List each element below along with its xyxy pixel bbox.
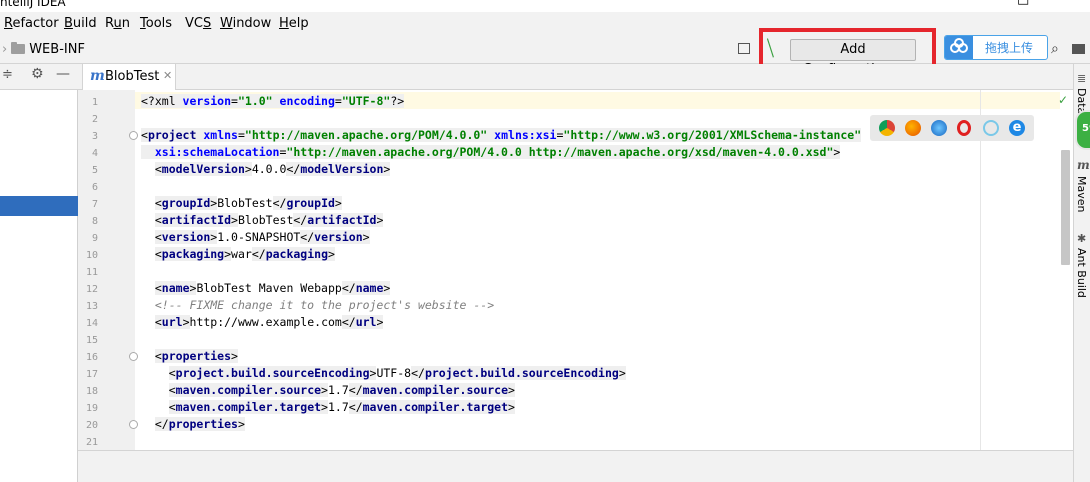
edge-icon[interactable]: e: [1009, 120, 1025, 136]
tab-label: BlobTest: [105, 69, 160, 84]
code-line: xsi:schemaLocation="http://maven.apache.…: [141, 145, 841, 159]
breadcrumb[interactable]: › WEB-INF: [2, 42, 85, 57]
menu-window[interactable]: Window: [220, 16, 271, 31]
ant-icon: ✱: [1077, 232, 1087, 245]
line-number: 6: [91, 182, 98, 193]
badge-value: 59: [1082, 123, 1090, 134]
window-title: ntelliJ IDEA: [0, 0, 66, 9]
opera-icon[interactable]: [957, 120, 971, 136]
line-number: 7: [91, 199, 98, 210]
code-line: <artifactId>BlobTest</artifactId>: [154, 213, 384, 227]
editor-tab-blobtest[interactable]: m BlobTest ✕: [82, 64, 176, 90]
code-line: <properties>: [154, 349, 238, 363]
line-number: 10: [85, 250, 98, 261]
editor-tab-bar: [78, 64, 1073, 90]
bottom-panel: [78, 450, 1073, 482]
line-number: 4: [91, 148, 98, 159]
code-line: <version>1.0-SNAPSHOT</version>: [154, 230, 370, 244]
ie-icon[interactable]: [983, 120, 999, 136]
fold-marker-icon[interactable]: [129, 420, 138, 429]
status-badge[interactable]: 59: [1075, 110, 1090, 150]
line-number: 5: [91, 165, 98, 176]
line-number: 18: [85, 386, 98, 397]
menu-run[interactable]: Run: [105, 16, 130, 31]
code-line: <!-- FIXME change it to the project's we…: [154, 298, 495, 312]
database-icon[interactable]: ≣: [1077, 72, 1086, 85]
maximize-icon[interactable]: □: [1017, 0, 1029, 7]
code-line: <url>http://www.example.com</url>: [154, 315, 384, 329]
maven-icon: m: [1077, 158, 1090, 172]
upload-label: 拖拽上传: [985, 41, 1034, 55]
line-number: 11: [85, 267, 98, 278]
line-number: 16: [85, 352, 98, 363]
code-line: <groupId>BlobTest</groupId>: [154, 196, 342, 210]
menu-build[interactable]: Build: [64, 16, 97, 31]
fold-marker-icon[interactable]: [129, 131, 138, 140]
maven-m-icon: m: [90, 68, 105, 84]
selected-tree-row[interactable]: [0, 196, 78, 216]
folder-icon: [11, 42, 26, 54]
line-number: 14: [85, 318, 98, 329]
project-structure-icon[interactable]: [1072, 44, 1085, 54]
line-number: 21: [85, 437, 98, 448]
menu-help[interactable]: Help: [279, 16, 309, 31]
collapse-all-icon[interactable]: ≑: [2, 67, 13, 82]
code-line: </properties>: [154, 417, 245, 431]
breadcrumb-label: WEB-INF: [29, 42, 85, 57]
project-panel: ≑ ⚙ —: [0, 64, 78, 482]
chrome-icon[interactable]: [879, 120, 895, 136]
line-number: 13: [85, 301, 98, 312]
code-line: <maven.compiler.source>1.7</maven.compil…: [168, 383, 515, 397]
open-in-browser-toolbar: e: [870, 115, 1034, 141]
title-bar: ntelliJ IDEA — □: [0, 0, 1090, 12]
menu-tools[interactable]: Tools: [140, 16, 172, 31]
line-number: 8: [91, 216, 98, 227]
gear-icon[interactable]: ⚙: [31, 66, 44, 82]
line-number: 3: [91, 131, 98, 142]
ant-build-tab-label[interactable]: Ant Build: [1075, 248, 1088, 298]
search-icon[interactable]: ⌕: [1051, 41, 1059, 57]
code-line: <project.build.sourceEncoding>UTF-8</pro…: [168, 366, 626, 380]
project-panel-toolbar: ≑ ⚙ —: [0, 64, 78, 90]
line-number: 2: [91, 114, 98, 125]
right-margin-guide: [980, 90, 981, 450]
chevron-right-icon: ›: [2, 42, 8, 57]
line-number: 20: [85, 420, 98, 431]
minimize-icon[interactable]: —: [963, 0, 976, 7]
line-number: 17: [85, 369, 98, 380]
scrollbar-thumb[interactable]: [1061, 150, 1070, 265]
line-number: 9: [91, 233, 98, 244]
firefox-icon[interactable]: [905, 120, 921, 136]
code-line: <?xml version="1.0" encoding="UTF-8"?>: [141, 94, 405, 108]
run-console-icon[interactable]: [738, 43, 750, 54]
line-number: 19: [85, 403, 98, 414]
inspection-ok-icon[interactable]: ✓: [1058, 93, 1068, 107]
code-line: <modelVersion>4.0.0</modelVersion>: [154, 162, 391, 176]
line-number: 12: [85, 284, 98, 295]
upload-button[interactable]: 拖拽上传: [944, 35, 1048, 60]
cloud-upload-icon: [945, 36, 973, 59]
menu-vcs[interactable]: VCS: [185, 16, 211, 31]
menu-refactor[interactable]: Refactor: [4, 16, 59, 31]
code-line: <maven.compiler.target>1.7</maven.compil…: [168, 400, 515, 414]
maven-tab-label[interactable]: Maven: [1075, 176, 1088, 212]
line-number: 15: [85, 335, 98, 346]
code-line: <name>BlobTest Maven Webapp</name>: [154, 281, 391, 295]
close-tab-icon[interactable]: ✕: [163, 69, 172, 82]
editor-scrollbar[interactable]: [1060, 90, 1073, 450]
code-line: <packaging>war</packaging>: [154, 247, 335, 261]
line-number: 1: [91, 97, 98, 108]
code-line: <project xmlns="http://maven.apache.org/…: [141, 128, 862, 142]
safari-icon[interactable]: [931, 120, 947, 136]
hide-panel-icon[interactable]: —: [56, 66, 70, 82]
fold-marker-icon[interactable]: [129, 352, 138, 361]
